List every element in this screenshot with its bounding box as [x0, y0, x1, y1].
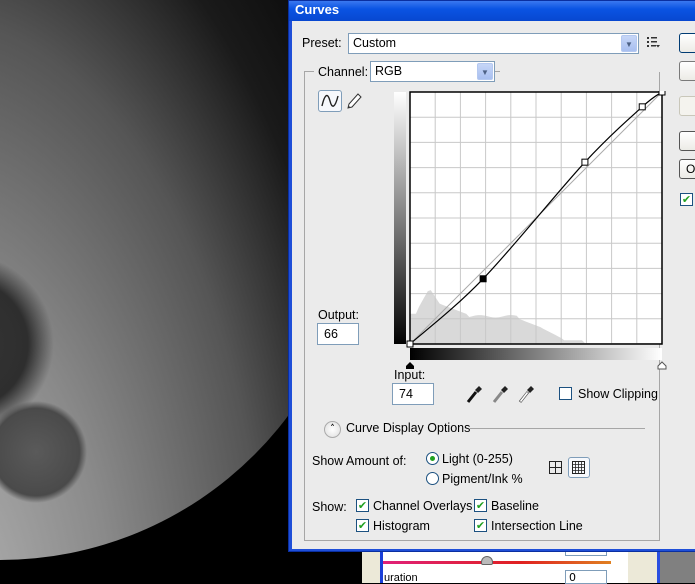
saturation-field[interactable]: 0	[565, 570, 607, 584]
auto-button[interactable]	[679, 131, 695, 151]
curve-point[interactable]	[658, 91, 666, 96]
preset-select[interactable]: Custom ▼	[348, 33, 639, 54]
light-radio-label: Light (0-255)	[442, 452, 513, 466]
ok-button[interactable]	[679, 33, 695, 53]
white-point-eyedropper[interactable]	[518, 384, 536, 404]
light-radio[interactable]	[426, 452, 439, 465]
curves-graph[interactable]	[394, 91, 669, 371]
chevron-down-icon: ▼	[621, 35, 637, 52]
curves-dialog: Curves Preset: Custom ▼ O ✔ Channel: RGB…	[288, 0, 695, 552]
gray-eyedropper-icon	[492, 386, 508, 403]
pencil-icon	[347, 93, 362, 109]
pigment-radio[interactable]	[426, 472, 439, 485]
channel-overlays-checkbox[interactable]: ✔	[356, 499, 369, 512]
hue-slider-track[interactable]	[383, 561, 611, 564]
chevron-down-icon: ▼	[477, 63, 493, 80]
window-title: Curves	[295, 2, 340, 17]
histogram-label: Histogram	[373, 519, 430, 533]
show-label: Show:	[312, 500, 347, 514]
preview-checkbox[interactable]: ✔	[680, 193, 693, 206]
curve-tool-icon	[321, 94, 339, 107]
channel-overlays-label: Channel Overlays	[373, 499, 473, 513]
show-clipping-checkbox[interactable]	[559, 387, 572, 400]
simple-grid-button[interactable]	[548, 460, 563, 475]
detailed-grid-button[interactable]	[568, 457, 590, 478]
black-point-eyedropper[interactable]	[466, 384, 484, 404]
dialog-client: Preset: Custom ▼ O ✔ Channel: RGB ▼ Outp…	[292, 21, 695, 549]
collapse-display-options-button[interactable]: ˄	[324, 421, 341, 438]
background-hue-saturation-panel: uration 0	[362, 548, 695, 584]
baseline-checkbox[interactable]: ✔	[474, 499, 487, 512]
background-gray-area	[657, 552, 695, 583]
smooth-button	[679, 96, 695, 116]
curve-point-tool[interactable]	[318, 90, 342, 112]
section-divider	[470, 428, 645, 429]
options-button[interactable]: O	[679, 159, 695, 179]
saturation-label: uration	[384, 572, 418, 584]
preset-value: Custom	[353, 36, 397, 50]
title-bar[interactable]: Curves	[289, 1, 695, 21]
curve-display-options-label: Curve Display Options	[346, 421, 471, 435]
simple-grid-icon	[549, 461, 562, 474]
channel-label: Channel:	[314, 65, 373, 79]
show-amount-label: Show Amount of:	[312, 454, 407, 468]
pencil-tool[interactable]	[345, 91, 363, 111]
hue-slider-thumb[interactable]	[481, 556, 493, 565]
show-clipping-label: Show Clipping	[578, 387, 658, 401]
options-button-label: O	[686, 162, 695, 176]
gray-point-eyedropper[interactable]	[492, 384, 510, 404]
pigment-radio-label: Pigment/Ink %	[442, 472, 523, 486]
curve-point[interactable]	[406, 340, 414, 348]
histogram-checkbox[interactable]: ✔	[356, 519, 369, 532]
detailed-grid-icon	[572, 461, 585, 474]
preset-label: Preset:	[302, 36, 342, 50]
baseline-label: Baseline	[491, 499, 539, 513]
input-label: Input:	[394, 368, 426, 382]
input-field[interactable]: 74	[392, 383, 434, 405]
white-eyedropper-icon	[518, 386, 534, 403]
moon-photo	[0, 0, 290, 560]
black-eyedropper-icon	[466, 386, 482, 403]
moon-image-canvas	[0, 0, 290, 583]
output-label: Output:	[318, 308, 359, 322]
curve-point-selected[interactable]	[479, 275, 487, 283]
input-gradient-bar	[410, 348, 662, 360]
output-gradient-bar	[394, 92, 406, 344]
intersection-line-checkbox[interactable]: ✔	[474, 519, 487, 532]
channel-value: RGB	[375, 64, 403, 78]
curve-point[interactable]	[581, 158, 589, 166]
double-chevron-up-icon: ˄	[330, 424, 335, 434]
curve-point[interactable]	[638, 103, 646, 111]
intersection-line-label: Intersection Line	[491, 519, 583, 533]
channel-select[interactable]: RGB ▼	[370, 61, 495, 82]
output-field[interactable]: 66	[317, 323, 359, 345]
cancel-button[interactable]	[679, 61, 695, 81]
preset-options-icon[interactable]	[647, 36, 661, 48]
white-point-slider[interactable]	[657, 361, 667, 370]
